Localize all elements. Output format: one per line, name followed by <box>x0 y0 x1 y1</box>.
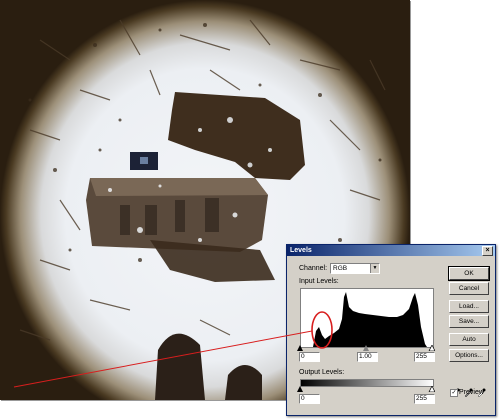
output-slider[interactable] <box>297 386 435 392</box>
output-levels-label: Output Levels: <box>299 369 345 376</box>
preview-label: Preview <box>459 389 484 396</box>
dialog-title: Levels <box>290 247 312 254</box>
chevron-down-icon[interactable]: ▼ <box>370 264 379 273</box>
input-white-field[interactable]: 255 <box>414 352 435 362</box>
channel-value: RGB <box>333 265 348 272</box>
preview-checkbox[interactable]: ✓ <box>450 389 458 397</box>
histogram-graph <box>301 292 427 347</box>
histogram-shape <box>301 292 427 347</box>
levels-dialog: Levels × Channel: RGB ▼ Input Levels: 0 … <box>286 244 496 416</box>
output-white-handle <box>428 386 435 392</box>
ok-button[interactable]: OK <box>448 266 490 281</box>
black-point-handle <box>297 345 303 351</box>
channel-select[interactable]: RGB ▼ <box>330 263 380 274</box>
input-slider[interactable] <box>297 345 435 351</box>
auto-button[interactable]: Auto <box>449 333 489 346</box>
input-black-field[interactable]: 0 <box>299 352 320 362</box>
histogram <box>300 288 434 348</box>
output-white-field[interactable]: 255 <box>414 394 435 404</box>
options-button[interactable]: Options... <box>449 349 489 362</box>
close-button[interactable]: × <box>482 246 493 256</box>
white-point-handle <box>428 345 435 351</box>
save-button[interactable]: Save... <box>449 315 489 328</box>
cancel-button[interactable]: Cancel <box>449 282 489 295</box>
input-levels-label: Input Levels: <box>299 278 339 285</box>
dialog-titlebar[interactable]: Levels × <box>287 245 495 256</box>
input-gamma-field[interactable]: 1.00 <box>357 352 378 362</box>
output-black-field[interactable]: 0 <box>299 394 320 404</box>
gamma-handle <box>363 345 369 351</box>
channel-label: Channel: <box>299 265 328 272</box>
load-button[interactable]: Load... <box>449 300 489 313</box>
output-black-handle <box>297 386 303 392</box>
